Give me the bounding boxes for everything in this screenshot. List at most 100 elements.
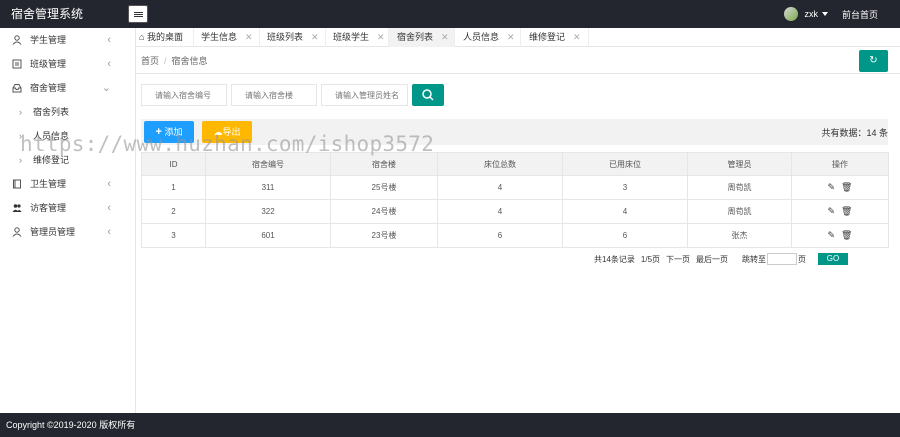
sidebar-subitem-personnel[interactable]: › 人员信息 (0, 124, 135, 148)
table-row: 1 311 25号楼 4 3 周苟凯 ✎ 🗑 (141, 175, 889, 200)
tab-label: 宿舍列表 (397, 32, 434, 42)
column-header[interactable]: 宿舍编号 (205, 152, 331, 176)
dorm-no-input[interactable] (141, 84, 227, 106)
column-header[interactable]: 管理员 (687, 152, 792, 176)
sidebar-item-label: 班级管理 (30, 59, 67, 69)
table-header-row: ID 宿舍编号 宿舍楼 床位总数 已用床位 管理员 操作 (141, 152, 889, 176)
export-button-label: 导出 (222, 127, 241, 137)
table-cell: 25号楼 (330, 175, 438, 200)
chevron-right-icon: › (19, 155, 22, 165)
column-header[interactable]: 床位总数 (437, 152, 563, 176)
column-header[interactable]: ID (141, 152, 206, 176)
chevron-left-icon: ‹ (107, 226, 111, 238)
sidebar: 学生管理 ‹ 班级管理 ‹ 宿舍管理 ⌄ › 宿舍列表 › 人员信息 › 维修登… (0, 28, 136, 413)
tab-desktop[interactable]: ⌂ 我的桌面 (136, 28, 194, 47)
close-icon[interactable]: ✕ (377, 32, 385, 42)
page-info: 1/5页 (640, 254, 661, 264)
export-button[interactable]: ☁导出 (202, 121, 252, 143)
tab-bar: ⌂ 我的桌面 学生信息 ✕ 班级列表 ✕ 班级学生 ✕ 宿舍列表 ✕ 人员信息 ✕ 维修登… (136, 28, 900, 47)
trash-icon[interactable]: 🗑 (841, 230, 852, 241)
add-button-label: 添加 (164, 127, 183, 137)
table-cell: 2 (141, 199, 206, 224)
next-page-link[interactable]: 下一页 (666, 254, 690, 265)
refresh-icon: ↻ (869, 55, 878, 66)
table-cell: 6 (562, 223, 688, 248)
users-icon (12, 204, 22, 212)
trash-icon[interactable]: 🗑 (841, 206, 852, 217)
chevron-left-icon: ‹ (107, 58, 111, 70)
sidebar-subitem-repair[interactable]: › 维修登记 (0, 148, 135, 172)
table-cell: 周苟凯 (687, 175, 792, 200)
sidebar-subitem-dorm-list[interactable]: › 宿舍列表 (0, 100, 135, 124)
manager-input[interactable] (321, 84, 408, 106)
pagination: 共14条记录 1/5页 下一页 最后一页 跳转至 页 GO (594, 252, 849, 266)
close-icon[interactable]: ✕ (441, 32, 449, 42)
class-icon (12, 59, 22, 69)
table-cell: 601 (205, 223, 331, 248)
chevron-right-icon: › (19, 107, 22, 117)
table-cell: 322 (205, 199, 331, 224)
chevron-down-icon: ⌄ (101, 82, 111, 94)
avatar[interactable] (784, 7, 799, 21)
table-cell: 3 (141, 223, 206, 248)
tab-class-student[interactable]: 班级学生 ✕ (326, 28, 389, 47)
edit-icon[interactable]: ✎ (828, 206, 836, 217)
sidebar-item-label: 卫生管理 (30, 179, 67, 189)
sidebar-item-label: 管理员管理 (30, 227, 76, 237)
table-toolbar: + 添加 ☁导出 共有数据：14 条 (141, 119, 888, 145)
edit-icon[interactable]: ✎ (828, 182, 836, 193)
breadcrumb: 首页 / 宿舍信息 (141, 54, 208, 67)
sidebar-item-label: 学生管理 (30, 35, 67, 45)
tab-dorm-list[interactable]: 宿舍列表 ✕ (389, 28, 455, 47)
add-button[interactable]: + 添加 (144, 121, 194, 143)
table-cell: 4 (437, 175, 563, 200)
go-button[interactable]: GO (818, 253, 849, 265)
close-icon[interactable]: ✕ (573, 32, 581, 42)
tab-class-list[interactable]: 班级列表 ✕ (260, 28, 326, 47)
tab-label: 班级列表 (267, 32, 304, 42)
column-header[interactable]: 已用床位 (562, 152, 688, 176)
menu-toggle-button[interactable] (128, 5, 148, 23)
plus-icon: + (155, 126, 162, 138)
column-header: 操作 (791, 152, 889, 176)
chevron-left-icon: ‹ (107, 34, 111, 46)
close-icon[interactable]: ✕ (311, 32, 319, 42)
table-cell: 张杰 (687, 223, 792, 248)
record-count: 共14条记录 (594, 254, 635, 264)
sidebar-item-class[interactable]: 班级管理 ‹ (0, 52, 135, 76)
breadcrumb-home[interactable]: 首页 (141, 56, 159, 66)
close-icon[interactable]: ✕ (245, 32, 253, 42)
tab-personnel-info[interactable]: 人员信息 ✕ (455, 28, 521, 47)
tab-repair-register[interactable]: 维修登记 ✕ (521, 28, 589, 47)
sidebar-item-label: 访客管理 (30, 203, 67, 213)
table-cell: 4 (437, 199, 563, 224)
column-header[interactable]: 宿舍楼 (330, 152, 438, 176)
app-title: 宿舍管理系统 (11, 7, 84, 21)
close-icon[interactable]: ✕ (507, 32, 515, 42)
edit-icon[interactable]: ✎ (828, 230, 836, 241)
sidebar-item-admin[interactable]: 管理员管理 ‹ (0, 220, 135, 244)
table-cell: 1 (141, 175, 206, 200)
tab-student-info[interactable]: 学生信息 ✕ (194, 28, 260, 47)
sidebar-item-dorm[interactable]: 宿舍管理 ⌄ (0, 76, 135, 100)
sidebar-item-hygiene[interactable]: 卫生管理 ‹ (0, 172, 135, 196)
tab-label: 人员信息 (463, 32, 500, 42)
sidebar-item-student[interactable]: 学生管理 ‹ (0, 28, 135, 52)
trash-icon[interactable]: 🗑 (841, 182, 852, 193)
front-page-link[interactable]: 前台首页 (842, 8, 878, 21)
last-page-link[interactable]: 最后一页 (696, 254, 728, 265)
table-cell: 311 (205, 175, 331, 200)
sidebar-item-visitor[interactable]: 访客管理 ‹ (0, 196, 135, 220)
refresh-button[interactable]: ↻ (859, 50, 888, 72)
page-jump-input[interactable] (767, 253, 798, 265)
chevron-left-icon: ‹ (107, 178, 111, 190)
chevron-left-icon: ‹ (107, 202, 111, 214)
building-input[interactable] (231, 84, 317, 106)
top-header: 宿舍管理系统 zxk 前台首页 (0, 0, 900, 28)
caret-down-icon[interactable] (821, 12, 828, 16)
search-button[interactable] (412, 84, 444, 106)
tab-label: 维修登记 (529, 32, 566, 42)
user-name[interactable]: zxk (804, 9, 818, 19)
actions-cell: ✎ 🗑 (791, 223, 889, 248)
chevron-right-icon: › (19, 131, 22, 141)
